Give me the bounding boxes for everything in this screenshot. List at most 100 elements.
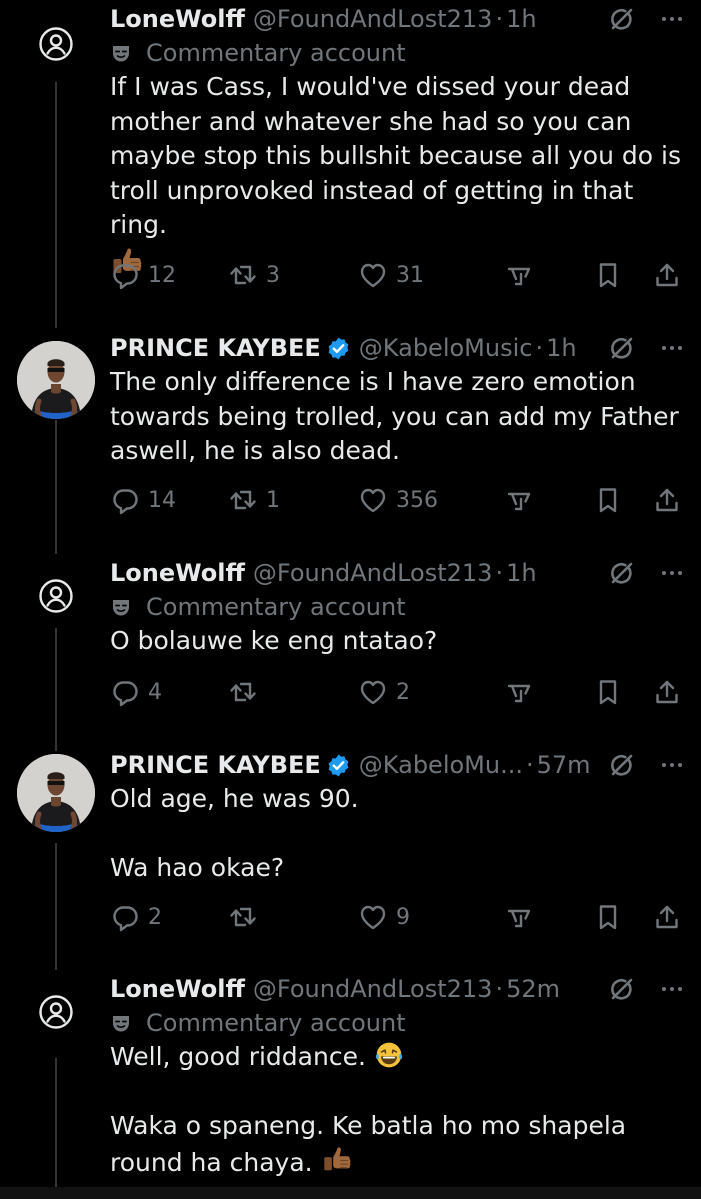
tweet-text-line: Waka o spaneng. Ke batla ho mo shapela r… — [110, 1111, 627, 1177]
tweet-actions: 2 9 — [110, 900, 687, 934]
views-button[interactable] — [504, 483, 534, 517]
reply-count: 4 — [148, 679, 162, 705]
user-handle[interactable]: @KabeloMu... — [359, 748, 523, 782]
repost-button[interactable] — [228, 900, 266, 934]
analytics-icon — [504, 485, 534, 515]
person-circle-icon[interactable] — [38, 26, 74, 62]
repost-button[interactable]: 1 — [228, 483, 280, 517]
like-count: 9 — [396, 904, 410, 930]
person-circle-icon[interactable] — [38, 578, 74, 614]
theater-mask-icon — [110, 1012, 132, 1034]
reply-button[interactable]: 12 — [110, 258, 176, 292]
timestamp[interactable]: 1h — [546, 331, 576, 365]
tweet-content: LoneWolff @FoundAndLost213 · 1h Commenta… — [110, 2, 687, 279]
like-count: 2 — [396, 679, 410, 705]
more-icon[interactable] — [657, 750, 687, 780]
more-icon[interactable] — [657, 4, 687, 34]
repost-icon — [228, 677, 258, 707]
bookmark-icon — [593, 902, 623, 932]
views-button[interactable] — [504, 258, 534, 292]
header-actions — [607, 556, 687, 590]
like-button[interactable]: 356 — [358, 483, 438, 517]
avatar[interactable] — [17, 754, 95, 832]
repost-icon — [228, 485, 258, 515]
reply-button[interactable]: 4 — [110, 675, 162, 709]
heart-icon — [358, 485, 388, 515]
user-handle[interactable]: @FoundAndLost213 — [253, 2, 493, 36]
user-handle[interactable]: @KabeloMusic — [359, 331, 533, 365]
person-circle-icon[interactable] — [38, 994, 74, 1030]
display-name[interactable]: PRINCE KAYBEE — [110, 331, 321, 365]
user-handle[interactable]: @FoundAndLost213 — [253, 556, 493, 590]
more-icon[interactable] — [657, 558, 687, 588]
views-button[interactable] — [504, 675, 534, 709]
reply-count: 12 — [148, 262, 176, 288]
tweet[interactable]: LoneWolff @FoundAndLost213 · 1h Commenta… — [0, 556, 701, 726]
timestamp[interactable]: 57m — [537, 748, 591, 782]
grok-icon[interactable] — [607, 974, 637, 1004]
like-button[interactable]: 2 — [358, 675, 410, 709]
like-count: 356 — [396, 487, 438, 513]
share-button[interactable] — [652, 483, 682, 517]
timestamp[interactable]: 1h — [506, 556, 536, 590]
grok-icon[interactable] — [607, 4, 637, 34]
laughing-tears-emoji — [374, 1040, 404, 1070]
tweet-actions: 12 3 31 — [110, 258, 687, 292]
tweet-actions: 14 1 356 — [110, 483, 687, 517]
account-label: Commentary account — [110, 36, 687, 70]
share-icon — [652, 485, 682, 515]
display-name[interactable]: LoneWolff — [110, 556, 245, 590]
repost-button[interactable] — [228, 675, 266, 709]
share-button[interactable] — [652, 675, 682, 709]
theater-mask-icon — [110, 596, 132, 618]
share-button[interactable] — [652, 900, 682, 934]
reply-button[interactable]: 14 — [110, 483, 176, 517]
separator-dot: · — [495, 559, 504, 587]
display-name[interactable]: PRINCE KAYBEE — [110, 748, 321, 782]
tweet-header: PRINCE KAYBEE @KabeloMusic · 1h — [110, 331, 687, 365]
more-icon[interactable] — [657, 333, 687, 363]
tweet[interactable]: LoneWolff @FoundAndLost213 · 1h Commenta… — [0, 2, 701, 302]
tweet[interactable]: PRINCE KAYBEE @KabeloMu... · 57m Old age… — [0, 748, 701, 958]
header-actions — [607, 748, 687, 782]
timestamp[interactable]: 1h — [506, 2, 536, 36]
tweet-text: O bolauwe ke eng ntatao? — [110, 626, 438, 655]
display-name[interactable]: LoneWolff — [110, 2, 245, 36]
bookmark-button[interactable] — [593, 900, 623, 934]
tweet-header: LoneWolff @FoundAndLost213 · 1h — [110, 556, 687, 590]
account-label: Commentary account — [110, 590, 687, 624]
bookmark-button[interactable] — [593, 675, 623, 709]
avatar[interactable] — [17, 341, 95, 419]
reply-button[interactable]: 2 — [110, 900, 162, 934]
user-handle[interactable]: @FoundAndLost213 — [253, 972, 493, 1006]
grok-icon[interactable] — [607, 750, 637, 780]
tweet-text-line: Well, good riddance. — [110, 1042, 366, 1071]
profile-photo — [17, 341, 95, 419]
thumbs-up-emoji — [321, 1144, 353, 1176]
more-icon[interactable] — [657, 974, 687, 1004]
tweet-content: PRINCE KAYBEE @KabeloMusic · 1h The only… — [110, 331, 687, 469]
account-label-text: Commentary account — [146, 593, 406, 621]
display-name[interactable]: LoneWolff — [110, 972, 245, 1006]
tweet-text-spacer — [110, 1075, 687, 1110]
like-button[interactable]: 9 — [358, 900, 410, 934]
share-icon — [652, 260, 682, 290]
separator-dot: · — [495, 5, 504, 33]
repost-count: 1 — [266, 487, 280, 513]
grok-icon[interactable] — [607, 558, 637, 588]
repost-icon — [228, 902, 258, 932]
header-actions — [607, 331, 687, 365]
views-button[interactable] — [504, 900, 534, 934]
tweet-text: If I was Cass, I would've dissed your de… — [110, 72, 681, 239]
header-actions — [607, 972, 687, 1006]
like-button[interactable]: 31 — [358, 258, 424, 292]
tweet[interactable]: PRINCE KAYBEE @KabeloMusic · 1h The only… — [0, 331, 701, 541]
timestamp[interactable]: 52m — [506, 972, 560, 1006]
bookmark-button[interactable] — [593, 483, 623, 517]
repost-button[interactable]: 3 — [228, 258, 280, 292]
bottom-edge — [0, 1187, 701, 1199]
grok-icon[interactable] — [607, 333, 637, 363]
tweet[interactable]: LoneWolff @FoundAndLost213 · 52m Comment… — [0, 972, 701, 1187]
bookmark-button[interactable] — [593, 258, 623, 292]
share-button[interactable] — [652, 258, 682, 292]
